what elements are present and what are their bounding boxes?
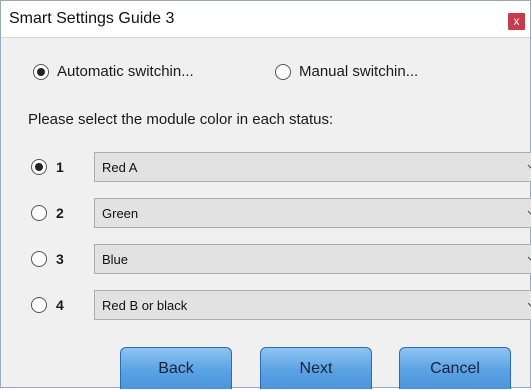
- status-number: 4: [56, 297, 64, 313]
- status-row-4: 4 Red B or black: [31, 290, 531, 320]
- chevron-down-icon: [527, 164, 531, 169]
- status-1-radio[interactable]: 1: [31, 159, 64, 175]
- chevron-down-icon: [527, 302, 531, 307]
- automatic-switching-label: Automatic switchin...: [57, 63, 194, 80]
- radio-icon[interactable]: [33, 63, 49, 80]
- automatic-switching-option[interactable]: Automatic switchin...: [33, 63, 194, 80]
- status-number: 3: [56, 251, 64, 267]
- radio-icon[interactable]: [31, 205, 47, 221]
- status-1-color-select[interactable]: Red A: [94, 152, 531, 182]
- manual-switching-option[interactable]: Manual switchin...: [275, 63, 418, 80]
- radio-icon[interactable]: [31, 159, 47, 175]
- status-row-3: 3 Blue: [31, 244, 531, 274]
- radio-icon[interactable]: [31, 297, 47, 313]
- select-value: Red A: [102, 160, 138, 175]
- status-row-2: 2 Green: [31, 198, 531, 228]
- status-3-color-select[interactable]: Blue: [94, 244, 531, 274]
- status-row-1: 1 Red A: [31, 152, 531, 182]
- close-button[interactable]: x: [508, 13, 525, 30]
- status-number: 1: [56, 159, 64, 175]
- window-title: Smart Settings Guide 3: [9, 10, 175, 27]
- radio-icon[interactable]: [275, 63, 291, 80]
- chevron-down-icon: [527, 256, 531, 261]
- cancel-button[interactable]: Cancel: [399, 347, 511, 389]
- back-button[interactable]: Back: [120, 347, 232, 389]
- status-4-radio[interactable]: 4: [31, 297, 64, 313]
- radio-icon[interactable]: [31, 251, 47, 267]
- chevron-down-icon: [527, 210, 531, 215]
- status-4-color-select[interactable]: Red B or black: [94, 290, 531, 320]
- status-3-radio[interactable]: 3: [31, 251, 64, 267]
- next-button[interactable]: Next: [260, 347, 372, 389]
- status-2-radio[interactable]: 2: [31, 205, 64, 221]
- dialog-window: Smart Settings Guide 3 x Automatic switc…: [0, 0, 531, 389]
- title-bar: Smart Settings Guide 3 x: [1, 1, 530, 38]
- status-2-color-select[interactable]: Green: [94, 198, 531, 228]
- status-number: 2: [56, 205, 64, 221]
- select-value: Blue: [102, 252, 129, 267]
- manual-switching-label: Manual switchin...: [299, 63, 419, 80]
- select-value: Green: [102, 206, 139, 221]
- select-value: Red B or black: [102, 298, 188, 313]
- instruction-text: Please select the module color in each s…: [28, 111, 334, 128]
